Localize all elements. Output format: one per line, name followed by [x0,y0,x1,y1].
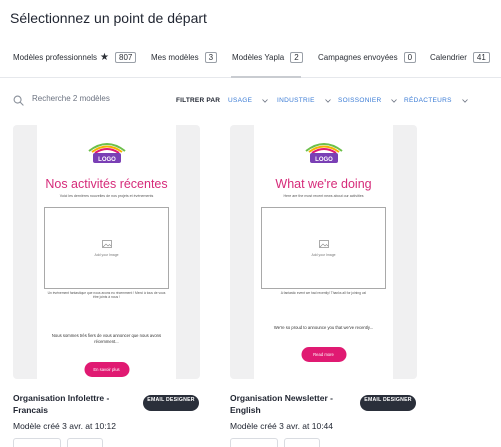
tab-count: 2 [290,52,303,63]
image-placeholder: Add your Image [261,207,386,289]
email-designer-badge: EMAIL DESIGNER [360,395,416,411]
tab-count: 3 [204,52,218,63]
tab-label: Modèles Yapla [232,53,285,62]
filter-industry-label: INDUSTRIE [277,97,315,104]
image-icon [102,240,112,248]
tab-count: 41 [472,52,490,63]
preview-body-text: Nous sommes très fiers de vous annoncer … [51,333,162,344]
tab-calendar[interactable]: Calendrier 41 [430,52,490,63]
image-placeholder: Add your Image [44,207,169,289]
tab-yapla-templates[interactable]: Modèles Yapla 2 [232,52,303,63]
email-designer-badge: EMAIL DESIGNER [143,395,199,411]
tab-bar: Modèles professionnels ★ 807 Mes modèles… [0,44,501,78]
filter-bar: FILTRER PAR USAGE INDUSTRIE SOISSONIER R… [0,88,501,114]
preview-note: Un événement fantastique que nous avons … [47,291,166,299]
chevron-down-icon [391,98,398,103]
page-title: Sélectionnez un point de départ [10,10,207,26]
yapla-logo-icon: LOGO [87,143,126,163]
preview-action-button[interactable] [230,438,278,447]
template-created-date: Modèle créé 3 avr. at 10:44 [230,421,334,431]
email-preview: LOGO Nos activités récentes Voici les de… [37,125,176,379]
filter-season-label: SOISSONIER [338,97,382,104]
tab-my-templates[interactable]: Mes modèles 3 [151,52,218,63]
tab-sent-campaigns[interactable]: Campagnes envoyées 0 [318,52,417,63]
image-icon [319,240,329,248]
star-icon: ★ [100,52,110,63]
select-action-button[interactable] [284,438,320,447]
tab-label: Modèles professionnels [13,53,98,62]
template-name[interactable]: Organisation Newsletter - English [230,392,358,416]
svg-text:LOGO: LOGO [315,157,333,163]
image-placeholder-label: Add your Image [94,253,119,257]
preview-subheading: Voici les dernières nouvelles de nos pro… [59,194,154,198]
filter-industry-dropdown[interactable]: INDUSTRIE [277,97,331,104]
filter-writers-label: RÉDACTEURS [404,97,452,104]
chevron-down-icon [324,98,331,103]
tab-professional-templates[interactable]: Modèles professionnels ★ 807 [13,52,137,63]
filter-label: FILTRER PAR [176,97,221,104]
tab-label: Calendrier [430,53,467,62]
preview-cta-button: En savoir plus [84,362,129,377]
template-card-preview[interactable]: LOGO Nos activités récentes Voici les de… [13,125,200,379]
filter-season-dropdown[interactable]: SOISSONIER [338,97,398,104]
image-placeholder-label: Add your Image [311,253,336,257]
template-card-preview[interactable]: LOGO What we're doing Here are the most … [230,125,417,379]
chevron-down-icon [262,98,269,103]
search-input[interactable] [32,94,172,103]
select-action-button[interactable] [67,438,103,447]
filter-usage-label: USAGE [228,97,253,104]
preview-heading: Nos activités récentes [45,177,168,191]
tab-label: Campagnes envoyées [318,53,398,62]
tab-count: 0 [403,52,417,63]
template-name[interactable]: Organisation Infolettre - Francais [13,392,141,416]
preview-heading: What we're doing [275,177,372,191]
svg-text:LOGO: LOGO [98,157,116,163]
preview-note: A fantastic event we had recently! Thank… [280,291,367,295]
filter-usage-dropdown[interactable]: USAGE [228,97,269,104]
email-preview: LOGO What we're doing Here are the most … [254,125,393,379]
search-icon [13,95,24,106]
preview-cta-button: Read more [301,347,346,362]
yapla-logo-icon: LOGO [304,143,343,163]
preview-subheading: Here are the most recent news about our … [283,194,364,198]
tab-count: 807 [115,52,137,63]
chevron-down-icon [462,98,468,103]
template-created-date: Modèle créé 3 avr. at 10:12 [13,421,117,431]
tab-label: Mes modèles [151,53,199,62]
active-tab-indicator [231,76,301,78]
filter-writers-dropdown[interactable]: RÉDACTEURS [404,97,468,104]
preview-action-button[interactable] [13,438,61,447]
preview-body-text: We're so proud to announce you that we'v… [273,325,374,330]
